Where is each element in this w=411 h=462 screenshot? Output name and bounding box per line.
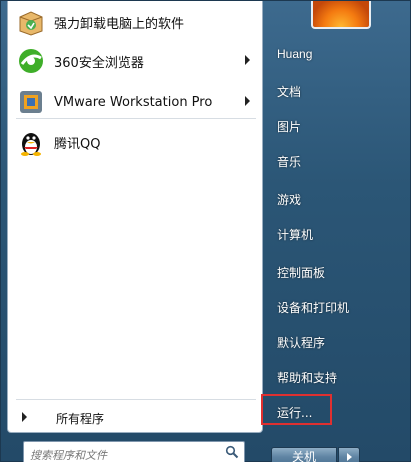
chevron-right-icon bbox=[347, 453, 352, 461]
divider bbox=[16, 399, 256, 400]
user-avatar[interactable] bbox=[311, 1, 371, 29]
computer-link[interactable]: 计算机 bbox=[277, 226, 313, 243]
program-label: 腾讯QQ bbox=[54, 136, 101, 152]
vmware-icon bbox=[20, 91, 42, 113]
games-link[interactable]: 游戏 bbox=[277, 191, 301, 208]
all-programs-button[interactable]: 所有程序 bbox=[8, 403, 262, 431]
submenu-arrow-icon bbox=[245, 55, 250, 65]
start-menu: 强力卸载电脑上的软件 360安全浏览器 VMware Workstation P… bbox=[0, 0, 411, 462]
program-list-pane: 强力卸载电脑上的软件 360安全浏览器 VMware Workstation P… bbox=[7, 1, 263, 433]
run-highlight-box bbox=[261, 394, 332, 425]
browser-360-icon bbox=[19, 49, 43, 73]
user-folder-link[interactable]: Huang bbox=[277, 47, 312, 61]
search-input[interactable] bbox=[30, 446, 220, 462]
control-panel-link[interactable]: 控制面板 bbox=[277, 264, 325, 281]
search-box[interactable] bbox=[23, 441, 245, 462]
expand-arrow-icon bbox=[22, 412, 27, 422]
program-uninstaller[interactable]: 强力卸载电脑上的软件 bbox=[8, 3, 262, 41]
devices-printers-link[interactable]: 设备和打印机 bbox=[277, 299, 349, 316]
shutdown-button[interactable]: 关机 bbox=[271, 447, 337, 462]
documents-link[interactable]: 文档 bbox=[277, 83, 301, 100]
default-programs-link[interactable]: 默认程序 bbox=[277, 334, 325, 351]
program-label: VMware Workstation Pro bbox=[54, 94, 213, 110]
help-support-link[interactable]: 帮助和支持 bbox=[277, 369, 337, 386]
program-vmware[interactable]: VMware Workstation Pro bbox=[8, 83, 262, 121]
uninstall-box-icon bbox=[19, 11, 43, 36]
program-360-browser[interactable]: 360安全浏览器 bbox=[8, 42, 262, 80]
shutdown-options-button[interactable] bbox=[338, 447, 360, 462]
all-programs-label: 所有程序 bbox=[56, 412, 105, 426]
pictures-link[interactable]: 图片 bbox=[277, 118, 301, 135]
search-icon[interactable] bbox=[225, 445, 239, 459]
qq-penguin-icon bbox=[21, 133, 41, 156]
program-qq[interactable]: 腾讯QQ bbox=[8, 123, 262, 161]
program-label: 强力卸载电脑上的软件 bbox=[54, 16, 185, 32]
submenu-arrow-icon bbox=[245, 96, 250, 106]
music-link[interactable]: 音乐 bbox=[277, 153, 301, 170]
program-label: 360安全浏览器 bbox=[54, 55, 144, 71]
